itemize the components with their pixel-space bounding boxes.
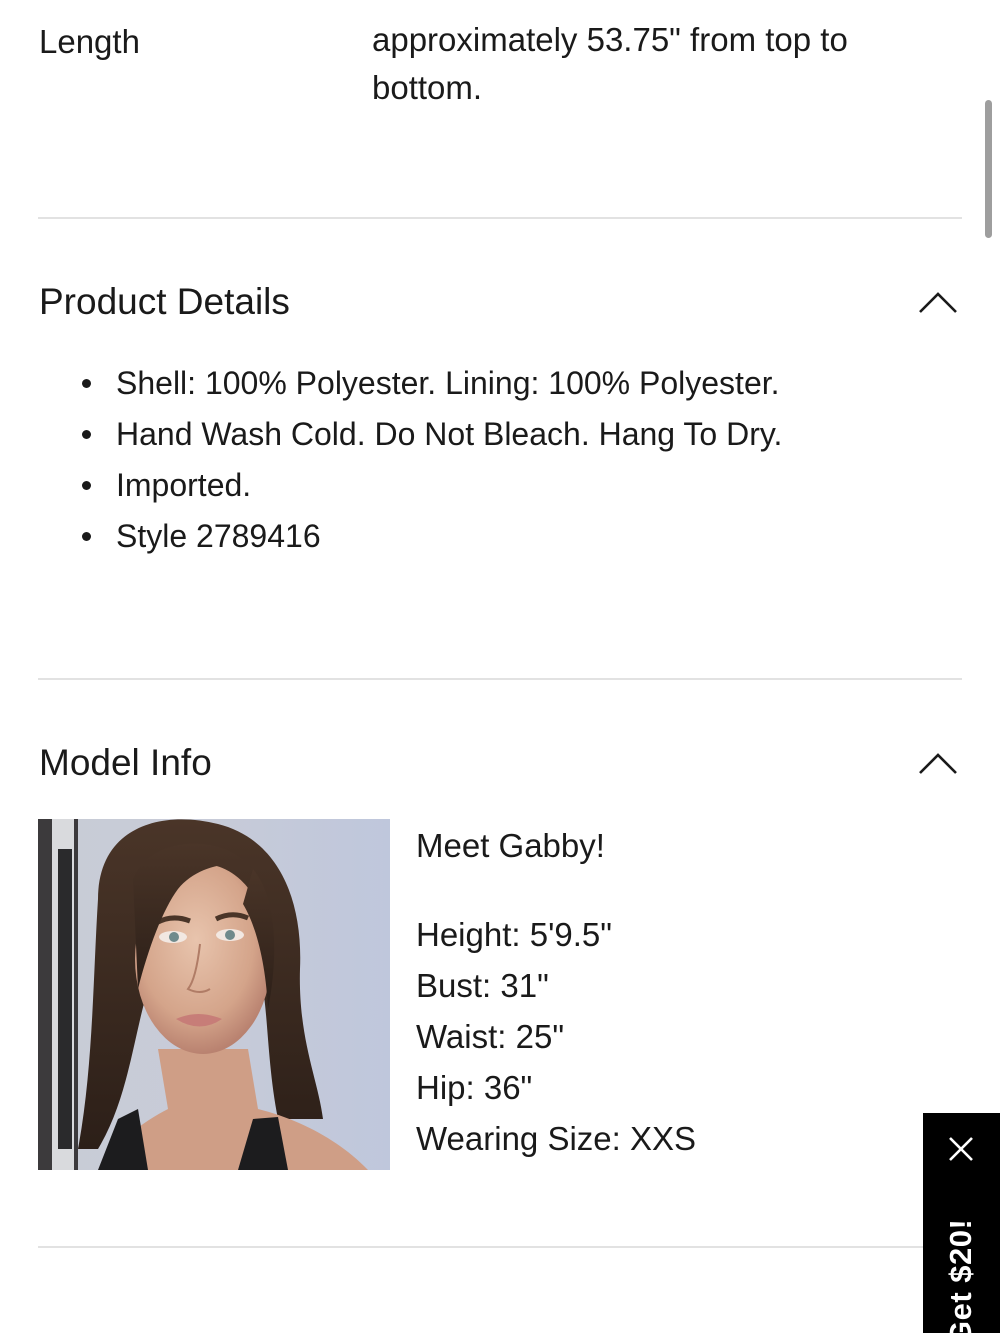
promo-label[interactable]: Get $20! (943, 1195, 979, 1333)
model-stat-bust: Bust: 31" (416, 967, 549, 1004)
chevron-up-icon[interactable] (912, 743, 964, 783)
model-info-text: Meet Gabby! Height: 5'9.5" Bust: 31" Wai… (416, 820, 696, 1164)
model-info-title[interactable]: Model Info (39, 741, 212, 785)
chevron-up-icon[interactable] (912, 282, 964, 322)
length-value: approximately 53.75" from top to bottom. (372, 21, 848, 106)
length-label: Length (39, 23, 140, 60)
product-details-title[interactable]: Product Details (39, 280, 290, 324)
list-item: Hand Wash Cold. Do Not Bleach. Hang To D… (0, 409, 782, 460)
model-stat-height: Height: 5'9.5" (416, 916, 612, 953)
divider (38, 217, 962, 219)
divider (38, 1246, 962, 1248)
product-details-list: Shell: 100% Polyester. Lining: 100% Poly… (0, 358, 782, 562)
model-stat-hip: Hip: 36" (416, 1069, 533, 1106)
list-item: Style 2789416 (0, 511, 782, 562)
model-stat-waist: Waist: 25" (416, 1018, 565, 1055)
divider (38, 678, 962, 680)
list-item: Imported. (0, 460, 782, 511)
promo-tab[interactable]: Get $20! (923, 1113, 1000, 1333)
list-item: Shell: 100% Polyester. Lining: 100% Poly… (0, 358, 782, 409)
model-photo (38, 819, 390, 1170)
model-stat-size: Wearing Size: XXS (416, 1120, 697, 1157)
scrollbar[interactable] (985, 100, 992, 238)
model-intro: Meet Gabby! (416, 827, 605, 864)
close-icon[interactable] (947, 1135, 975, 1163)
